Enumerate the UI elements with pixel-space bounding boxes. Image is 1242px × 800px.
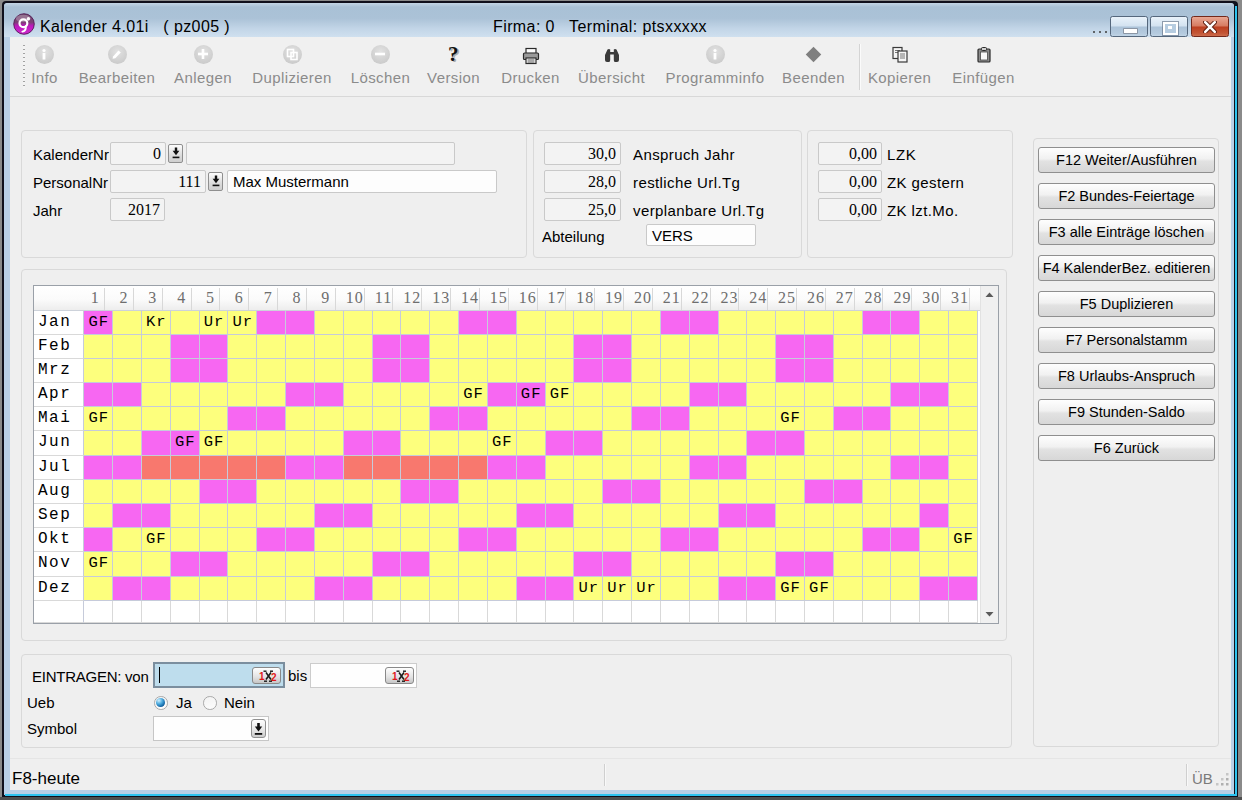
svg-text:1: 1 xyxy=(392,671,398,682)
svg-text:1: 1 xyxy=(259,671,265,682)
